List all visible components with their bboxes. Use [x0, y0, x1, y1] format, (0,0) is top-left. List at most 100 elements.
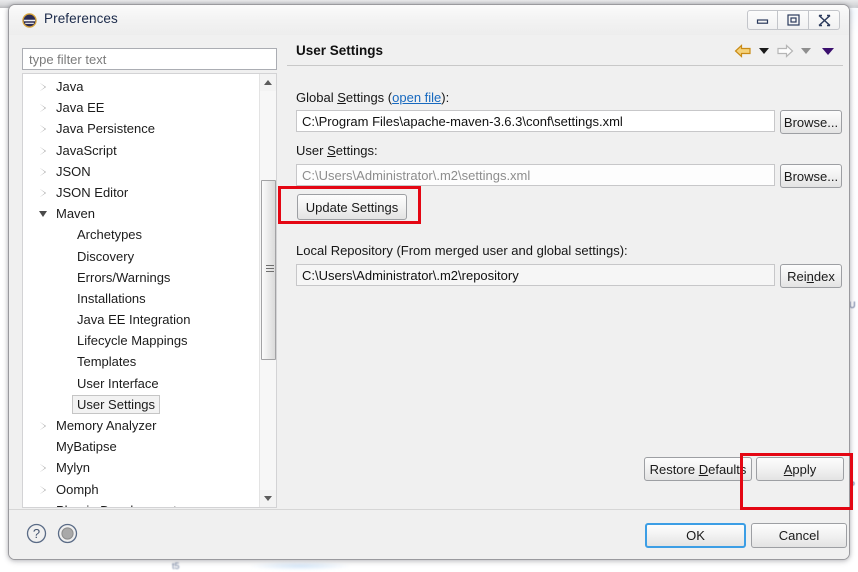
- scroll-down-button[interactable]: [260, 490, 276, 507]
- close-icon: [817, 14, 831, 26]
- view-menu-icon[interactable]: [822, 47, 834, 55]
- cancel-button[interactable]: Cancel: [751, 523, 847, 548]
- tree-item-errors-warnings[interactable]: Errors/Warnings: [23, 267, 255, 288]
- eclipse-icon: [22, 13, 37, 28]
- background-blurred-bottom: [150, 560, 490, 572]
- close-button[interactable]: [809, 10, 840, 30]
- help-icon[interactable]: ?: [26, 523, 47, 544]
- tree-item-label: Installations: [77, 290, 146, 306]
- tree-item-java-ee-integration[interactable]: Java EE Integration: [23, 309, 255, 330]
- chevron-right-icon[interactable]: [40, 83, 46, 91]
- user-settings-input[interactable]: C:\Users\Administrator\.m2\settings.xml: [296, 164, 775, 186]
- status-dot-icon[interactable]: [57, 523, 78, 544]
- tree-item-json[interactable]: JSON: [23, 161, 255, 182]
- user-settings-browse-button[interactable]: Browse...: [780, 164, 842, 188]
- chevron-right-icon[interactable]: [40, 146, 46, 155]
- tree-item-maven[interactable]: Maven: [23, 203, 255, 224]
- tree-item-label: User Settings: [72, 394, 161, 414]
- tree-item-discovery[interactable]: Discovery: [23, 246, 255, 267]
- tree-item-label: Lifecycle Mappings: [77, 333, 188, 349]
- restore-defaults-button[interactable]: Restore Defaults: [644, 457, 752, 481]
- scroll-up-button[interactable]: [260, 74, 276, 91]
- background-bottom-text: t5: [172, 561, 180, 571]
- tree-item-mylyn[interactable]: Mylyn: [23, 457, 255, 478]
- local-repository-input[interactable]: C:\Users\Administrator\.m2\repository: [296, 264, 775, 286]
- open-file-link[interactable]: open file: [392, 90, 441, 105]
- tree-item-label: User Interface: [77, 375, 159, 391]
- tree-item-label: JavaScript: [56, 142, 117, 158]
- panel-nav-bar: [733, 43, 839, 59]
- tree-item-user-settings[interactable]: User Settings: [23, 394, 255, 415]
- tree-item-label: Discovery: [77, 248, 135, 264]
- chevron-right-icon[interactable]: [40, 104, 46, 113]
- chevron-right-icon[interactable]: [40, 125, 46, 134]
- chevron-down-icon[interactable]: [39, 211, 47, 218]
- tree-item-label: Archetypes: [77, 227, 143, 243]
- scrollbar-grip-icon: [266, 265, 274, 272]
- preferences-tree[interactable]: Java Java EE Java Persistence JavaScript JSO…: [22, 73, 277, 508]
- title-bar[interactable]: Preferences: [9, 5, 849, 35]
- tree-item-javascript[interactable]: JavaScript: [23, 140, 255, 161]
- chevron-right-icon[interactable]: [40, 422, 46, 430]
- window-title: Preferences: [44, 11, 118, 26]
- chevron-right-icon[interactable]: [40, 506, 46, 507]
- minimize-button[interactable]: [747, 10, 778, 30]
- chevron-right-icon[interactable]: [40, 464, 46, 473]
- minimize-icon: [756, 19, 769, 24]
- tree-item-java[interactable]: Java: [23, 76, 255, 97]
- tree-item-lifecycle-mappings[interactable]: Lifecycle Mappings: [23, 330, 255, 351]
- tree-item-installations[interactable]: Installations: [23, 288, 255, 309]
- tree-item-plug-in-development[interactable]: Plug-in Development: [23, 500, 255, 507]
- panel-body: Global Settings (open file): C:\Program …: [287, 66, 844, 509]
- maximize-icon: [786, 14, 800, 26]
- tree-item-java-persistence[interactable]: Java Persistence: [23, 118, 255, 139]
- tree-item-java-ee[interactable]: Java EE: [23, 97, 255, 118]
- forward-dropdown-icon: [801, 48, 811, 54]
- filter-placeholder: type filter text: [29, 52, 107, 67]
- global-settings-label: Global Settings (open file):: [296, 90, 450, 105]
- maximize-button[interactable]: [778, 10, 809, 30]
- tree-item-label: Memory Analyzer: [56, 418, 157, 433]
- tree-item-memory-analyzer[interactable]: Memory Analyzer: [23, 415, 255, 436]
- tree-item-label: Java EE: [56, 100, 105, 116]
- back-dropdown-icon[interactable]: [759, 48, 769, 54]
- back-arrow-icon[interactable]: [733, 43, 753, 59]
- tree-item-label: JSON Editor: [56, 184, 129, 200]
- tree-item-label: Java: [56, 79, 84, 94]
- tree-item-label: MyBatipse: [56, 439, 117, 455]
- tree-scrollbar[interactable]: [259, 74, 276, 507]
- local-repository-label: Local Repository (From merged user and g…: [296, 243, 628, 258]
- forward-arrow-icon: [777, 44, 794, 58]
- tree-item-label: Plug-in Development: [56, 500, 177, 507]
- user-settings-label: User Settings:: [296, 143, 378, 158]
- settings-panel: User Settings Global Settings (open file…: [287, 39, 844, 509]
- tree-item-label: Maven: [56, 206, 96, 222]
- apply-button[interactable]: Apply: [756, 457, 844, 481]
- reindex-button[interactable]: Reindex: [780, 264, 842, 288]
- update-settings-button[interactable]: Update Settings: [297, 194, 407, 220]
- tree-item-list: Java Java EE Java Persistence JavaScript JSO…: [23, 76, 255, 507]
- filter-input[interactable]: type filter text: [22, 48, 277, 70]
- tree-item-archetypes[interactable]: Archetypes: [23, 224, 255, 245]
- ok-button[interactable]: OK: [645, 523, 746, 548]
- tree-item-json-editor[interactable]: JSON Editor: [23, 182, 255, 203]
- panel-header: User Settings: [287, 39, 843, 66]
- chevron-right-icon[interactable]: [40, 167, 46, 176]
- tree-item-user-interface[interactable]: User Interface: [23, 373, 255, 394]
- tree-item-label: Oomph: [56, 481, 99, 497]
- svg-text:?: ?: [33, 526, 40, 541]
- tree-item-mybatipse[interactable]: MyBatipse: [23, 436, 255, 457]
- tree-item-templates[interactable]: Templates: [23, 351, 255, 372]
- tree-item-oomph[interactable]: Oomph: [23, 479, 255, 500]
- chevron-right-icon[interactable]: [40, 188, 46, 197]
- global-settings-browse-button[interactable]: Browse...: [780, 110, 842, 134]
- tree-item-label: Java EE Integration: [77, 312, 191, 328]
- preferences-dialog: Preferences type filter text Java Java E…: [8, 4, 850, 560]
- scrollbar-thumb[interactable]: [261, 180, 276, 360]
- global-settings-input[interactable]: C:\Program Files\apache-maven-3.6.3\conf…: [296, 110, 775, 132]
- window-controls: [747, 10, 840, 30]
- tree-item-label: Java Persistence: [56, 121, 155, 137]
- tree-item-label: Mylyn: [56, 460, 90, 476]
- chevron-right-icon[interactable]: [40, 485, 46, 494]
- scroll-down-icon: [264, 496, 272, 501]
